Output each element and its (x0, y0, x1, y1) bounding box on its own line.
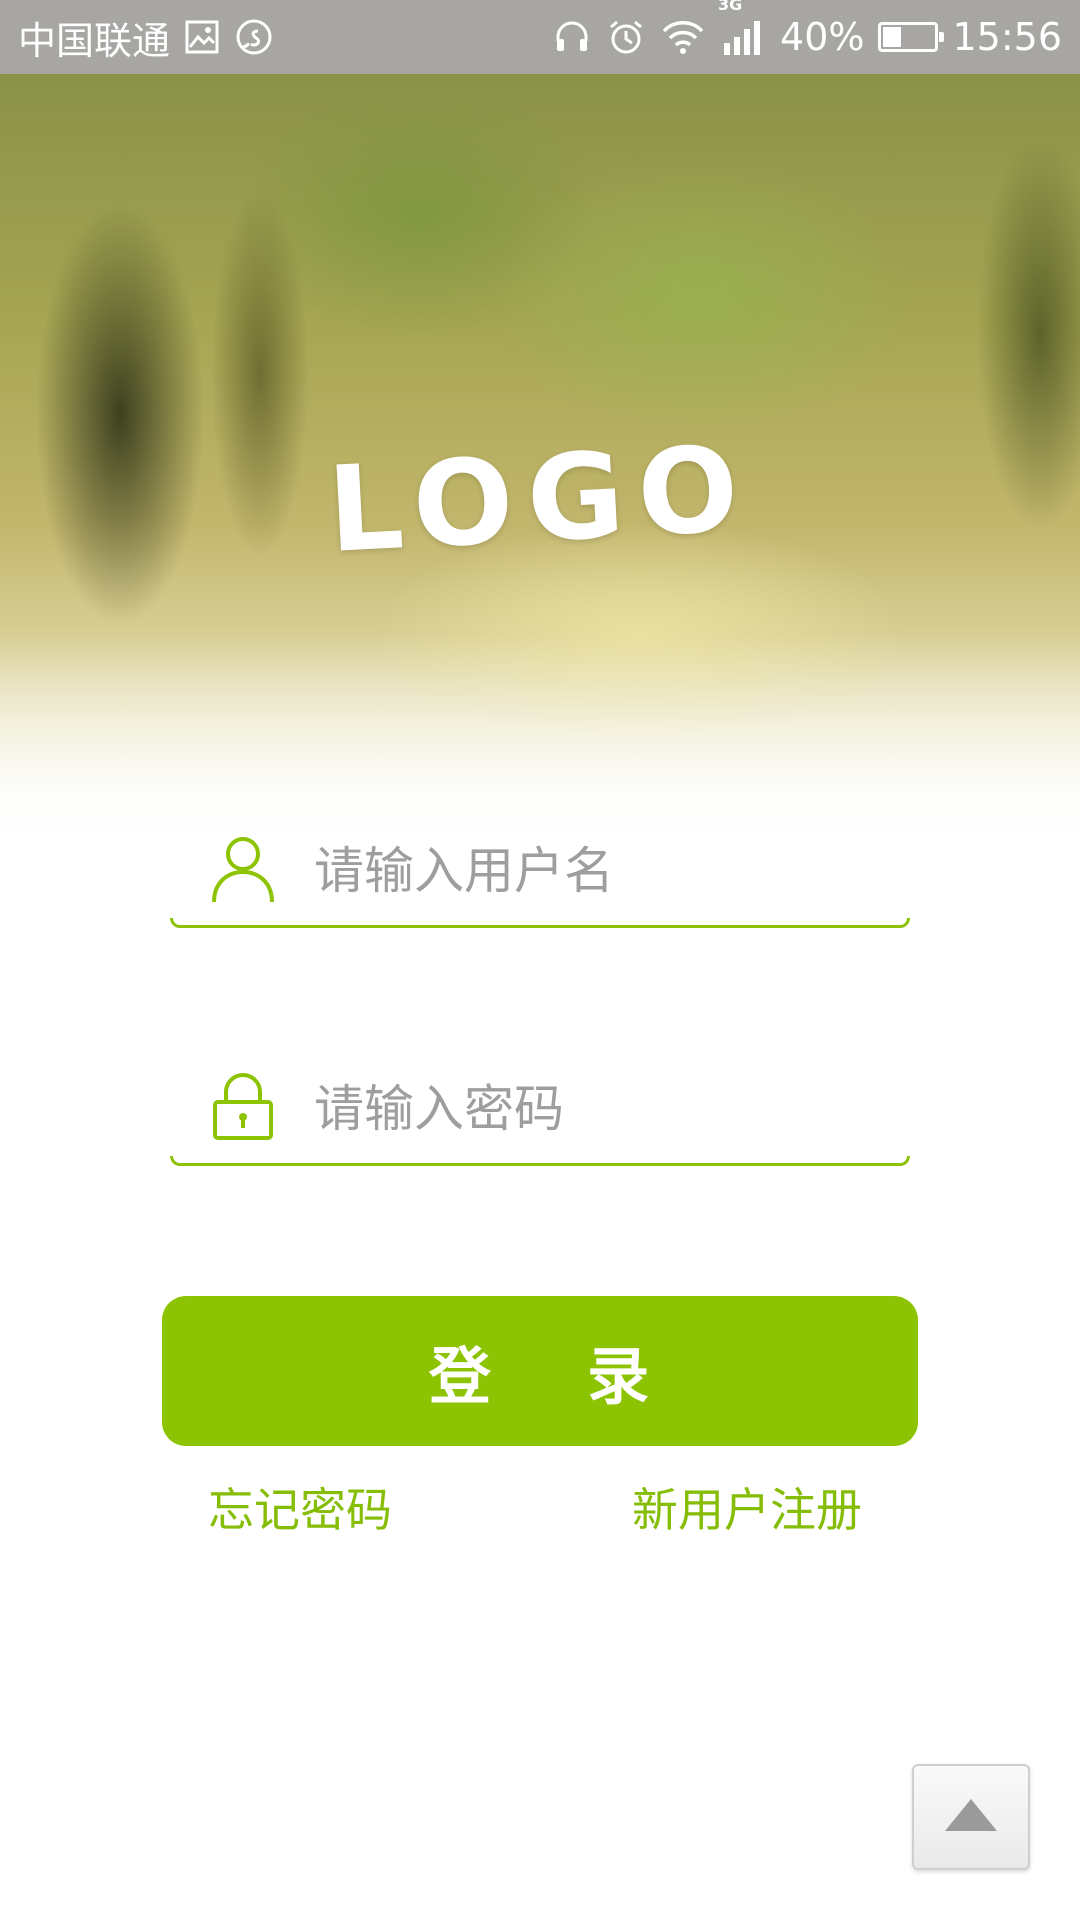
password-input[interactable] (312, 1070, 876, 1148)
user-icon (210, 834, 276, 904)
battery-icon (878, 22, 945, 52)
status-bar: 中国联通 3G 40% 15:56 (0, 0, 1080, 74)
clock: 15:56 (952, 15, 1062, 59)
network-type-badge: 3G (718, 0, 743, 14)
battery-fill (883, 27, 902, 47)
gallery-icon (184, 19, 220, 55)
status-left: 中国联通 (18, 10, 274, 65)
password-field[interactable] (170, 1056, 910, 1166)
alarm-icon (606, 17, 646, 57)
forgot-password-link[interactable]: 忘记密码 (208, 1474, 392, 1540)
battery-percent: 40% (780, 15, 865, 59)
login-button[interactable]: 登 录 (162, 1296, 918, 1446)
username-underline (170, 918, 910, 928)
scroll-to-top-button[interactable] (912, 1764, 1030, 1870)
username-input[interactable] (312, 832, 876, 910)
register-link[interactable]: 新用户注册 (632, 1474, 862, 1540)
lock-icon (210, 1072, 276, 1142)
status-right: 3G 40% 15:56 (552, 0, 1062, 59)
headphones-icon (552, 17, 592, 57)
password-underline (170, 1156, 910, 1166)
wifi-icon (660, 17, 706, 57)
music-service-icon (234, 17, 274, 57)
username-field[interactable] (170, 818, 910, 928)
carrier-name: 中国联通 (18, 18, 171, 63)
login-screen: 中国联通 3G 40% 15:56 LOGO 请输入用户名 登 录 忘记密码 新… (0, 0, 1080, 1920)
signal-icon: 3G (718, 0, 766, 57)
triangle-up-icon (943, 1797, 999, 1837)
